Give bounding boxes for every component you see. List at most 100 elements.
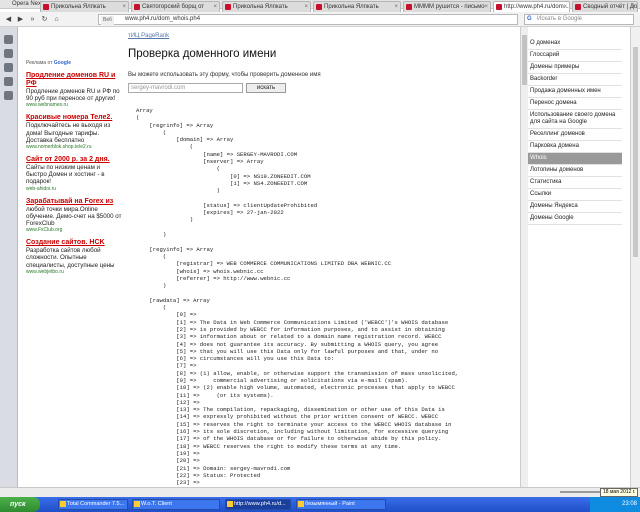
dump-line: ) xyxy=(136,187,220,195)
system-tray: 23:08 xyxy=(590,497,640,512)
right-nav-item[interactable]: Перенос домена xyxy=(528,98,622,110)
dump-line: [0] => NS19.ZONEEDIT.COM xyxy=(136,172,311,180)
domain-input[interactable]: sergey-mavrodi.com xyxy=(128,83,243,93)
tab-label: Сводный отчёт | Доме... xyxy=(583,4,638,10)
dump-line: ( xyxy=(136,165,220,173)
form-intro: Вы можете использовать эту форму, чтобы … xyxy=(128,72,321,78)
dump-line: [1] => The Data in Web Commerce Communic… xyxy=(136,318,449,326)
home-icon[interactable]: ⌂ xyxy=(52,15,61,24)
task-app-icon xyxy=(60,501,66,507)
dump-line: [rawdata] => Array xyxy=(136,296,210,304)
search-input[interactable]: G Искать в Google xyxy=(524,14,634,25)
taskbar-task[interactable]: http://www.ph4.ru/d... xyxy=(225,499,291,510)
date-tooltip: 18 мая 2012 г. xyxy=(600,488,639,497)
task-app-icon xyxy=(134,501,140,507)
dump-line: [nserver] => Array xyxy=(136,158,264,166)
browser-tab[interactable]: Святогорский борщ от × xyxy=(131,1,220,12)
ad-title[interactable]: Красивые номера Теле2. xyxy=(26,114,122,122)
right-nav-item[interactable]: Глоссарий xyxy=(528,50,622,62)
tab-favicon-icon xyxy=(43,4,49,10)
right-nav-item[interactable]: Домены Яндекса xyxy=(528,201,622,213)
dump-line: [10] => (2) enable high volume, automate… xyxy=(136,384,455,392)
tab-close-icon[interactable]: × xyxy=(394,2,398,12)
dump-line: [8] => (1) allow, enable, or otherwise s… xyxy=(136,369,459,377)
dump-line: ) xyxy=(136,282,167,290)
browser-tab[interactable]: Прикольна Ялпкать × xyxy=(40,1,129,12)
right-nav-item[interactable]: Домены Google xyxy=(528,213,622,225)
tab-close-icon[interactable]: × xyxy=(122,2,126,12)
right-nav-item[interactable]: Лотопины доменов xyxy=(528,165,622,177)
ad-url[interactable]: web-ahidoi.ru xyxy=(26,186,122,192)
address-input[interactable]: Веб www.ph4.ru/dom_whois.ph4 xyxy=(98,14,518,25)
dump-line: [2] => is provided by WEBCC for informat… xyxy=(136,325,445,333)
back-icon[interactable]: ◀ xyxy=(4,15,13,24)
tab-close-icon[interactable]: × xyxy=(484,2,488,12)
dump-line xyxy=(136,238,458,245)
page-scrollbar[interactable] xyxy=(630,27,640,487)
ad-title[interactable]: Сайт от 2000 р. за 2 дня. xyxy=(26,156,122,164)
right-nav-item[interactable]: Статистика xyxy=(528,177,622,189)
zoom-slider[interactable] xyxy=(560,491,600,493)
ad-body: Сайты по низким ценам и быстро Домен и х… xyxy=(26,164,105,186)
ad-item: Продление доменов RU и РФ Продление домен… xyxy=(26,72,122,108)
windows-taskbar: пуск 23:08 Total Commander 7.5... W.o.T. … xyxy=(0,497,640,512)
ad-title[interactable]: Создание сайтов. HCK xyxy=(26,239,122,247)
ad-url[interactable]: www.FxClub.org xyxy=(26,227,122,233)
taskbar-task[interactable]: W.o.T. Client xyxy=(132,499,220,510)
clock[interactable]: 23:08 xyxy=(622,501,637,507)
right-nav-item[interactable]: Парковка домена xyxy=(528,141,622,153)
tab-close-icon[interactable]: × xyxy=(563,2,567,12)
ad-url[interactable]: www.nomerblok.shop.tele2.ru xyxy=(26,144,122,150)
tab-close-icon[interactable]: × xyxy=(631,2,635,12)
history-icon[interactable] xyxy=(4,77,13,86)
browser-tab[interactable]: ММММ рушится - письмо × xyxy=(403,1,491,12)
dump-line: [registrar] => WEB COMMERCE COMMUNICATIO… xyxy=(136,260,392,268)
browser-tab[interactable]: http://www.ph4.ru/dom... × xyxy=(493,1,570,12)
right-nav-item[interactable]: Продажа доменных имен xyxy=(528,86,622,98)
tab-label: Прикольна Ялпкать xyxy=(324,4,379,10)
ad-title[interactable]: Продление доменов RU и РФ xyxy=(26,72,122,88)
browser-tab[interactable]: Прикольна Ялпкать × xyxy=(313,1,401,12)
right-nav-item[interactable]: Использование своего домена для сайта на… xyxy=(528,110,622,129)
right-nav-item[interactable]: Backorder xyxy=(528,74,622,86)
page-scrollbar-thumb[interactable] xyxy=(633,47,638,257)
whois-result-dump: Array( [regrinfo] => Array ( [domain] =>… xyxy=(136,107,458,501)
dump-line: [6] => circumstances will you use this D… xyxy=(136,355,335,363)
tab-close-icon[interactable]: × xyxy=(213,2,217,12)
pagerank-link[interactable]: тИЦ PageRank xyxy=(128,33,520,39)
ad-item: Красивые номера Теле2. Подключайтесь не в… xyxy=(26,114,122,150)
reload-icon[interactable]: ↻ xyxy=(40,15,49,24)
address-url: www.ph4.ru/dom_whois.ph4 xyxy=(125,16,201,22)
right-navigation: О доменах Глоссарий Домены примеры Backorde… xyxy=(528,38,622,225)
ad-url[interactable]: www.webjetbo.ru xyxy=(26,269,122,275)
content-scrollbar-thumb[interactable] xyxy=(522,35,527,85)
dump-line: [9] => commercial advertising or solicit… xyxy=(136,376,408,384)
browser-tab[interactable]: Прикольна Ялпкать × xyxy=(222,1,311,12)
bookmarks-icon[interactable] xyxy=(4,35,13,44)
dump-line: [3] => information about or related to a… xyxy=(136,333,442,341)
taskbar-task[interactable]: безымянный - Paint xyxy=(296,499,386,510)
ad-title[interactable]: Зарабатывай на Forex из xyxy=(26,198,122,206)
taskbar-task[interactable]: Total Commander 7.5... xyxy=(58,499,128,510)
ad-url[interactable]: www.webnames.ru xyxy=(26,102,122,108)
downloads-icon[interactable] xyxy=(4,91,13,100)
right-nav-item[interactable]: Домены примеры xyxy=(528,62,622,74)
mail-icon[interactable] xyxy=(4,49,13,58)
dump-line: [status] => clientUpdateProhibited xyxy=(136,201,318,209)
forward-icon[interactable]: ▶ xyxy=(16,15,25,24)
tab-close-icon[interactable]: × xyxy=(304,2,308,12)
content-scrollbar[interactable] xyxy=(520,27,528,487)
task-label: W.o.T. Client xyxy=(141,501,172,507)
check-button[interactable]: искать xyxy=(246,83,286,93)
right-nav-item[interactable]: Ссылки xyxy=(528,189,622,201)
start-button[interactable]: пуск xyxy=(0,497,40,512)
browser-tab[interactable]: Сводный отчёт | Доме...× xyxy=(572,1,638,12)
right-nav-item[interactable]: О доменах xyxy=(528,38,622,50)
contacts-icon[interactable] xyxy=(4,63,13,72)
fast-forward-icon[interactable]: » xyxy=(28,15,37,24)
ad-body: Продление доменов RU и РФ по 90 руб при … xyxy=(26,88,120,103)
right-nav-item[interactable]: Whois xyxy=(528,153,622,165)
right-nav-item[interactable]: Реселлинг доменов xyxy=(528,129,622,141)
dump-line: [domain] => Array xyxy=(136,136,234,144)
search-placeholder: Искать в Google xyxy=(537,16,583,22)
